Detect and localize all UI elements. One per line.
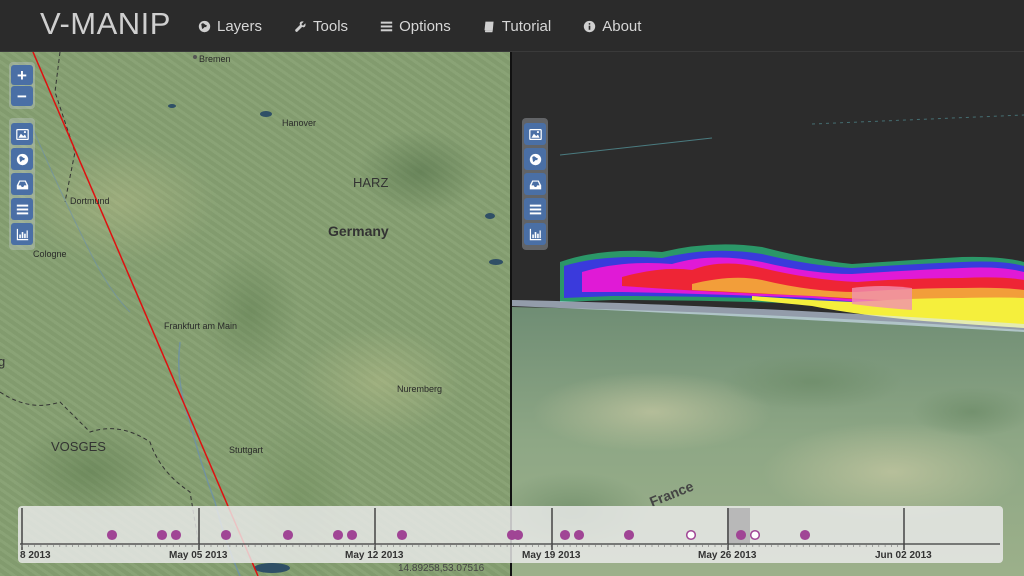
label-edge: g [0,354,6,369]
label-stuttgart: Stuttgart [229,445,264,455]
nav-layers[interactable]: Layers [198,18,262,35]
list-icon [529,204,541,214]
zoom-control: + − [9,62,35,109]
label-hanover: Hanover [282,118,317,128]
label-harz: HARZ [353,175,389,190]
navbar: V-MANIP Layers Tools Options Tutorial Ab… [0,0,1024,52]
wrench-icon [295,20,306,32]
timeline-event-marker[interactable] [156,529,168,541]
lake [254,563,290,573]
list-button[interactable] [11,198,33,220]
label-dortmund: Dortmund [70,196,110,206]
timeline-date-label: May 26 2013 [698,550,757,561]
timeline-event-marker[interactable] [749,529,761,541]
timeline-date-label: May 12 2013 [345,550,404,561]
timeline-event-marker[interactable] [106,529,118,541]
timeline-date-label: 8 2013 [20,550,51,561]
globe-icon [529,153,541,165]
timeline[interactable]: 8 2013 May 05 2013 May 12 2013 May 19 20… [18,506,1003,563]
globe-button[interactable] [11,148,33,170]
inbox-button[interactable] [11,173,33,195]
timeline-event-marker[interactable] [735,529,747,541]
nav-layers-label: Layers [217,17,263,35]
lake [260,111,272,117]
globe-icon [198,20,211,32]
image-button[interactable] [11,123,33,145]
label-cologne: Cologne [33,249,67,259]
timeline-event-marker[interactable] [332,529,344,541]
nav-about[interactable]: About [583,18,641,35]
coordinate-readout: 14.89258,53.07516 [398,563,485,574]
timeline-date-label: May 19 2013 [522,550,581,561]
timeline-event-marker[interactable] [282,529,294,541]
zoom-in-button[interactable]: + [11,65,33,85]
globe-icon [16,153,28,165]
nav-tutorial[interactable]: Tutorial [483,18,551,35]
nav-tutorial-label: Tutorial [501,17,552,35]
zoom-out-button[interactable]: − [11,86,33,106]
main-nav: Layers Tools Options Tutorial About [198,0,673,52]
timeline-date-label: May 05 2013 [169,550,228,561]
nav-options-label: Options [399,17,451,35]
image-icon [15,128,29,140]
satellite-streak [811,114,1024,125]
nav-tools[interactable]: Tools [294,18,348,35]
chart-button[interactable] [11,223,33,245]
label-germany: Germany [328,223,389,239]
timeline-event-marker[interactable] [220,529,232,541]
label-frankfurt: Frankfurt am Main [164,321,238,331]
map-3d[interactable]: France [512,52,1024,576]
label-bremen: Bremen [199,54,231,64]
nav-tools-label: Tools [313,17,349,35]
globe-scene: France [512,114,1024,576]
inbox-icon [16,179,28,189]
map-3d-toolbar [522,118,548,250]
timeline-event-marker[interactable] [512,529,524,541]
timeline-date-label: Jun 02 2013 [875,550,932,561]
options-icon [380,21,393,31]
timeline-event-marker[interactable] [396,529,408,541]
list-button[interactable] [524,198,546,220]
inbox-icon [529,179,541,189]
chart-icon [529,228,541,240]
globe-button[interactable] [524,148,546,170]
lake [485,213,495,219]
timeline-event-marker[interactable] [346,529,358,541]
inbox-button[interactable] [524,173,546,195]
terrain-patch [722,354,902,410]
lake [168,104,176,108]
image-button[interactable] [524,123,546,145]
label-nuremberg: Nuremberg [397,384,443,394]
city-dot [193,55,197,59]
river [29,121,131,313]
list-icon [16,204,28,214]
timeline-event-marker[interactable] [685,529,697,541]
map-2d-toolbar [9,118,35,250]
chart-icon [16,228,28,240]
timeline-event-marker[interactable] [559,529,571,541]
timeline-event-marker[interactable] [170,529,182,541]
map-2d-overlay [0,52,503,576]
timeline-event-marker[interactable] [799,529,811,541]
nav-about-label: About [602,17,642,35]
timeline-svg: 8 2013 May 05 2013 May 12 2013 May 19 20… [20,508,1000,561]
timeline-event-marker[interactable] [623,529,635,541]
nav-options[interactable]: Options [380,18,451,35]
app-title[interactable]: V-MANIP [40,6,171,42]
lake [489,259,503,265]
map-2d[interactable]: Bremen Hanover HARZ Dortmund Germany Col… [0,52,510,576]
info-icon [584,20,596,32]
chart-button[interactable] [524,223,546,245]
satellite-track [32,52,259,576]
satellite-streak [559,137,713,156]
label-vosges: VOSGES [51,439,106,454]
image-icon [528,128,542,140]
book-icon [484,21,494,32]
timeline-event-marker[interactable] [573,529,585,541]
